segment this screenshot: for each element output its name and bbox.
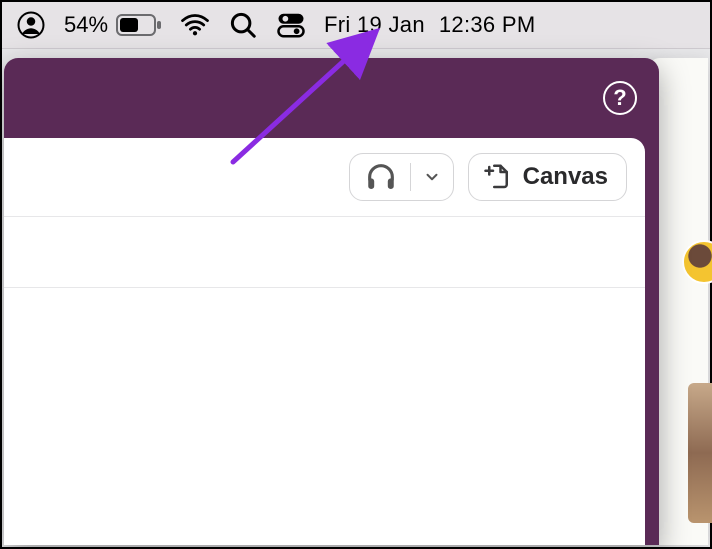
menubar-date: Fri 19 Jan — [324, 12, 425, 38]
background-image-thumbnail — [688, 383, 712, 523]
channel-panel: Canvas — [4, 138, 645, 545]
divider — [410, 163, 411, 191]
huddle-button-group — [349, 153, 454, 201]
wifi-icon[interactable] — [180, 10, 210, 40]
canvas-button[interactable]: Canvas — [468, 153, 627, 201]
slack-window: ? — [4, 58, 659, 545]
menubar-datetime[interactable]: Fri 19 Jan 12:36 PM — [324, 12, 535, 38]
help-icon: ? — [613, 85, 626, 111]
control-center-icon[interactable] — [276, 10, 306, 40]
huddle-dropdown-button[interactable] — [417, 168, 447, 186]
help-button[interactable]: ? — [603, 81, 637, 115]
separator — [4, 287, 645, 288]
user-account-icon[interactable] — [16, 10, 46, 40]
headphones-icon[interactable] — [364, 160, 398, 194]
avatar — [682, 240, 712, 284]
spotlight-search-icon[interactable] — [228, 10, 258, 40]
battery-status[interactable]: 54% — [64, 12, 162, 38]
canvas-button-label: Canvas — [523, 163, 608, 191]
channel-toolbar: Canvas — [4, 138, 645, 216]
battery-icon — [116, 14, 162, 36]
desktop-area: ? — [4, 58, 708, 545]
list-row — [4, 217, 645, 287]
new-canvas-icon — [483, 162, 513, 192]
macos-menubar: 54% Fri 19 Jan 12:36 PM — [2, 2, 710, 49]
chevron-down-icon — [423, 168, 441, 186]
slack-titlebar: ? — [4, 58, 659, 138]
battery-percent-label: 54% — [64, 12, 108, 38]
menubar-time: 12:36 PM — [439, 12, 536, 38]
